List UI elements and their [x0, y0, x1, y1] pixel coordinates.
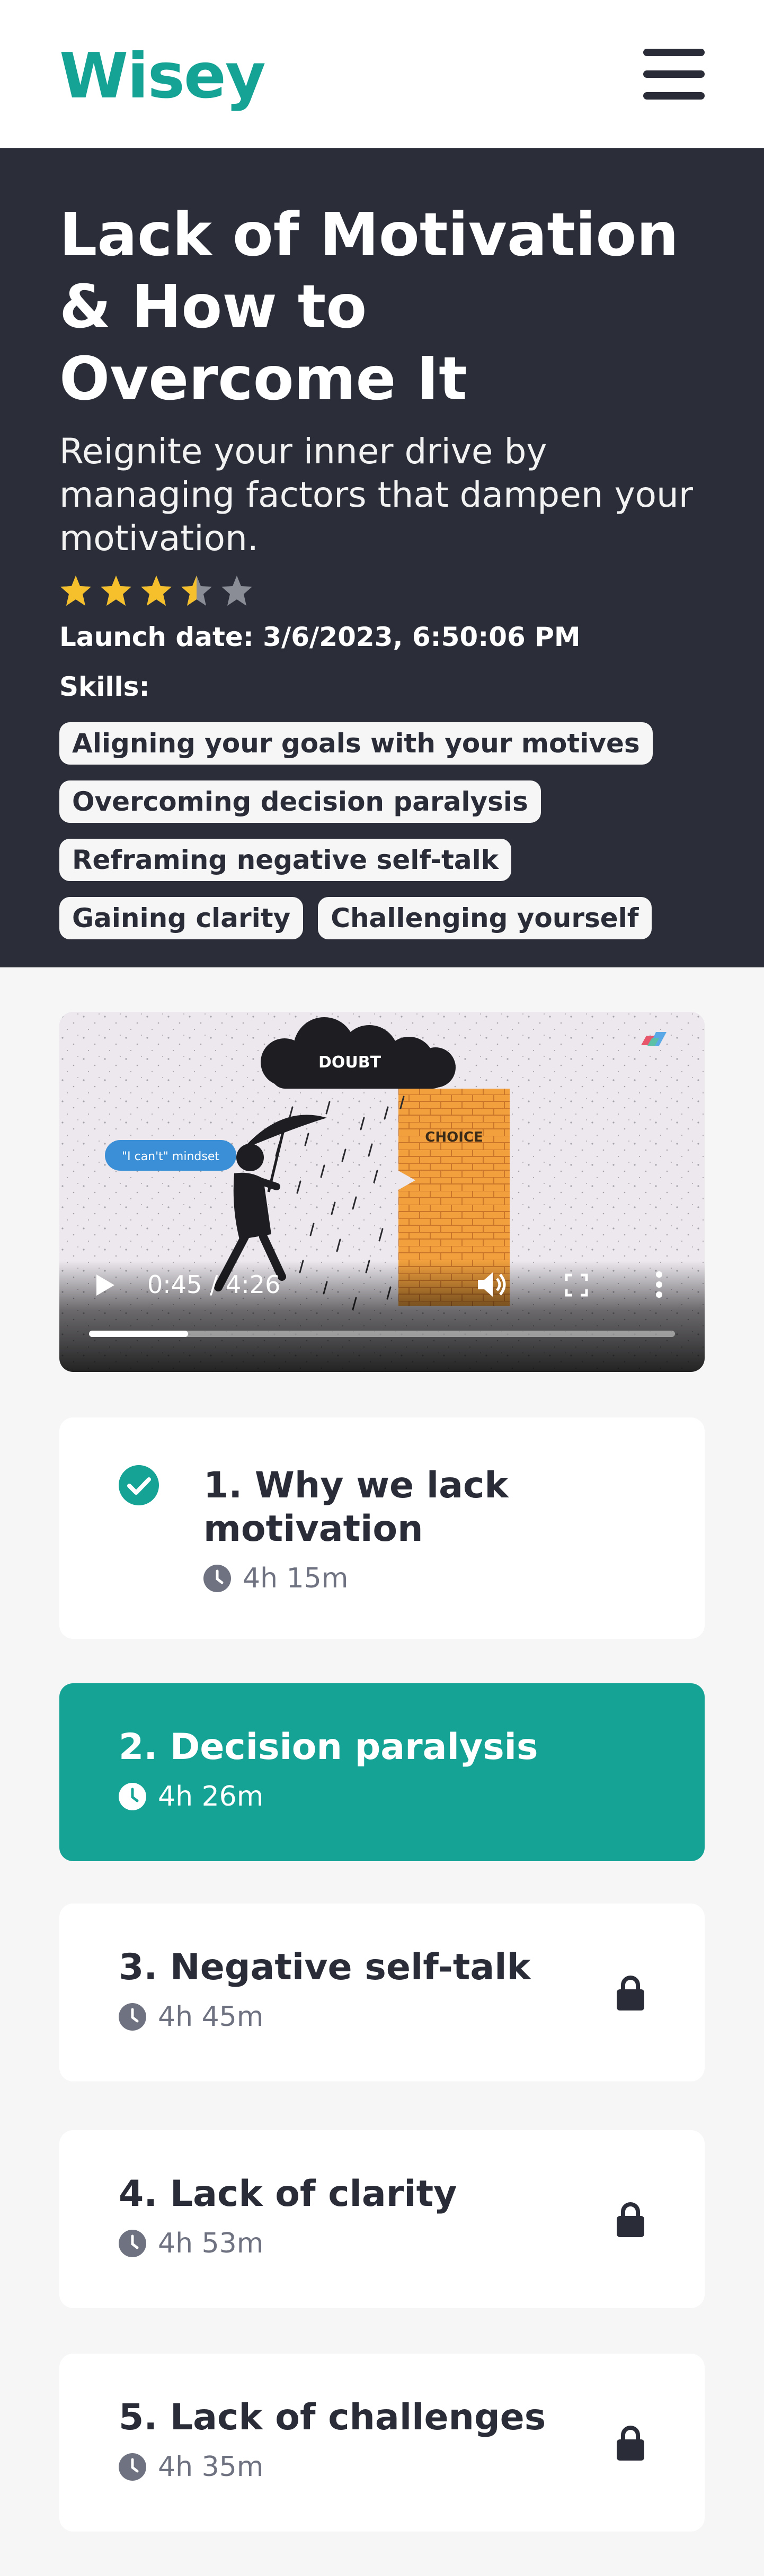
star-icon: [181, 576, 212, 606]
video-player[interactable]: CHOICE DOUBT "I can't" mindset 0:45 / 4:…: [59, 1012, 705, 1372]
star-icon: [60, 576, 91, 606]
rating-stars: [59, 572, 705, 610]
clock-icon: [203, 1565, 231, 1592]
clock-icon: [119, 2003, 146, 2031]
skill-chip[interactable]: Gaining clarity: [59, 897, 304, 939]
completed-check-icon: [119, 1465, 159, 1505]
skills-list: Aligning your goals with your motives Ov…: [59, 722, 695, 939]
lesson-card-1[interactable]: 1. Why we lack motivation 4h 15m: [59, 1417, 705, 1639]
clock-icon: [119, 1783, 146, 1810]
lesson-card-2[interactable]: 2. Decision paralysis 4h 26m: [59, 1683, 705, 1861]
lock-icon: [617, 2426, 644, 2461]
lesson-duration-text: 4h 26m: [158, 1781, 264, 1812]
video-controls: 0:45 / 4:26: [59, 1261, 705, 1372]
clock-icon: [119, 2453, 146, 2481]
lesson-duration-text: 4h 53m: [158, 2228, 264, 2259]
more-options-icon[interactable]: [655, 1271, 663, 1298]
star-icon: [221, 576, 252, 606]
volume-icon[interactable]: [477, 1270, 510, 1299]
lesson-duration-text: 4h 35m: [158, 2451, 264, 2483]
launch-date: Launch date: 3/6/2023, 6:50:06 PM: [59, 622, 581, 652]
lock-icon: [617, 2202, 644, 2237]
skill-chip[interactable]: Aligning your goals with your motives: [59, 722, 653, 765]
lesson-title: 2. Decision paralysis: [119, 1726, 538, 1768]
menu-line: [643, 92, 705, 100]
video-progress-fill: [89, 1331, 188, 1337]
skill-chip[interactable]: Challenging yourself: [318, 897, 652, 939]
skill-chip[interactable]: Reframing negative self-talk: [59, 839, 512, 881]
skills-label: Skills:: [59, 671, 150, 702]
top-bar: Wisey: [0, 0, 764, 148]
star-icon: [101, 576, 131, 606]
course-hero: Lack of Motivation & How to Overcome It …: [0, 148, 764, 967]
hamburger-menu-icon[interactable]: [643, 49, 705, 100]
lock-icon: [617, 1976, 644, 2010]
lesson-card-3[interactable]: 3. Negative self-talk 4h 45m: [59, 1904, 705, 2081]
star-icon: [141, 576, 172, 606]
skill-chip[interactable]: Overcoming decision paralysis: [59, 780, 541, 823]
wall-label: CHOICE: [425, 1129, 483, 1145]
lesson-card-4[interactable]: 4. Lack of clarity 4h 53m: [59, 2130, 705, 2308]
lesson-duration: 4h 15m: [203, 1563, 705, 1594]
menu-line: [643, 70, 705, 78]
course-subtitle: Reignite your inner drive by managing fa…: [59, 431, 694, 559]
lesson-duration-text: 4h 15m: [243, 1563, 349, 1594]
fullscreen-icon[interactable]: [565, 1273, 588, 1297]
menu-line: [643, 49, 705, 56]
course-title: Lack of Motivation & How to Overcome It: [59, 201, 679, 414]
play-icon[interactable]: [94, 1273, 116, 1297]
lesson-list: 1. Why we lack motivation 4h 15m 2. Deci…: [59, 1417, 705, 2532]
lesson-title: 1. Why we lack motivation: [203, 1465, 509, 1550]
wisey-logo[interactable]: Wisey: [59, 39, 266, 112]
lesson-card-5[interactable]: 5. Lack of challenges 4h 35m: [59, 2354, 705, 2532]
lesson-duration-text: 4h 45m: [158, 2001, 264, 2033]
cloud-label: DOUBT: [318, 1053, 381, 1072]
video-time: 0:45 / 4:26: [147, 1270, 281, 1299]
thought-bubble-label: "I can't" mindset: [122, 1150, 219, 1163]
video-progress-bar[interactable]: [89, 1331, 675, 1337]
clock-icon: [119, 2230, 146, 2257]
lesson-duration: 4h 26m: [119, 1781, 705, 1812]
